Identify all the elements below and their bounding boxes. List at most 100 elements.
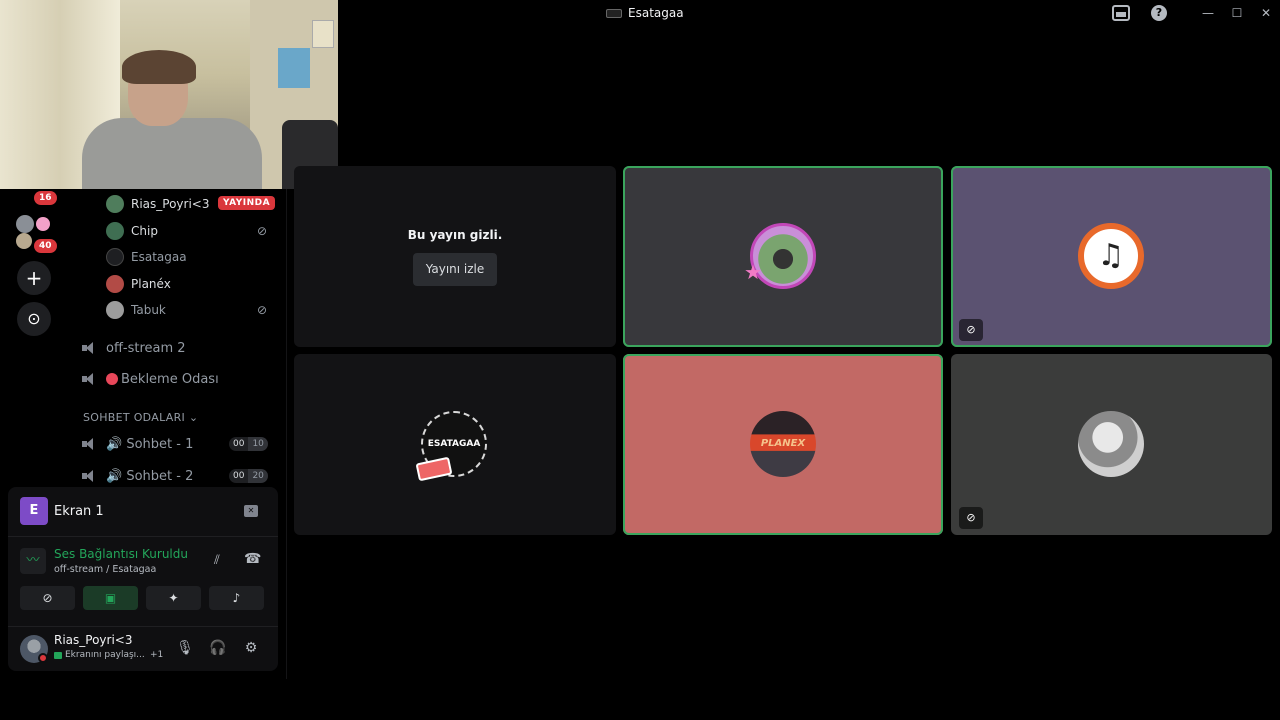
cassette-icon xyxy=(415,456,453,482)
speaker-icon xyxy=(82,469,98,483)
user-count: 00 10 xyxy=(229,437,268,451)
stream-hidden-icon[interactable]: ⊘ xyxy=(959,319,983,341)
explore-icon[interactable]: ⊙ xyxy=(17,302,51,336)
user-name[interactable]: Rias_Poyri<3 xyxy=(54,633,133,647)
window-title-text: Esatagaa xyxy=(628,6,684,20)
avatar xyxy=(106,248,124,266)
activities-button[interactable]: ✦ xyxy=(146,586,201,610)
screen-share-label: Ekran 1 xyxy=(54,504,104,519)
stream-hidden-icon: ⊘ xyxy=(256,224,268,238)
voice-actions: ⊘ ▣ ✦ ♪ xyxy=(20,586,266,610)
voice-member[interactable]: Esatagaa xyxy=(106,247,187,267)
microphone-icon[interactable]: 🎙 xyxy=(176,639,194,657)
participant-tile-planex[interactable]: PLANEX xyxy=(623,354,943,535)
red-circle-icon xyxy=(106,373,118,385)
voice-member[interactable]: Planéx xyxy=(106,274,171,294)
voice-member[interactable]: Chip xyxy=(106,221,158,241)
star-icon: ★ xyxy=(744,260,762,284)
speaker-icon xyxy=(82,372,98,386)
disconnect-icon[interactable]: ☎ xyxy=(244,551,261,567)
soundboard-button[interactable]: ♪ xyxy=(209,586,264,610)
voice-channel-path[interactable]: off-stream / Esatagaa xyxy=(54,564,156,575)
webcam-poster xyxy=(312,20,334,48)
server-avatar[interactable] xyxy=(16,215,34,233)
channel-list: Rias_Poyri<3 YAYINDA Chip ⊘ Esatagaa Pla… xyxy=(68,189,286,489)
window-title: Esatagaa xyxy=(606,6,684,20)
screen-share-button[interactable]: ▣ xyxy=(83,586,138,610)
participant-tile-esatagaa[interactable]: ESATAGAA xyxy=(294,354,616,535)
speaker-icon xyxy=(82,341,98,355)
music-note-icon: ♫ xyxy=(1078,223,1144,289)
channel-name: 🔊 Sohbet - 2 xyxy=(106,468,194,484)
planex-avatar: PLANEX xyxy=(750,411,816,477)
folder-badge: 40 xyxy=(34,239,57,253)
voice-channel-offstream[interactable]: off-stream 2 xyxy=(82,337,186,359)
avatar xyxy=(1078,411,1144,477)
participant-tile-music[interactable]: ♫ ⊘ xyxy=(951,166,1272,347)
channel-name: off-stream 2 xyxy=(106,340,186,356)
inbox-icon[interactable] xyxy=(1112,5,1130,21)
voice-status[interactable]: Ses Bağlantısı Kuruldu xyxy=(54,547,188,561)
user-count: 00 20 xyxy=(229,469,268,483)
member-name: Esatagaa xyxy=(131,250,187,264)
close-button[interactable]: ✕ xyxy=(1255,3,1277,23)
avatar xyxy=(106,222,124,240)
voice-member[interactable]: Tabuk xyxy=(106,300,166,320)
member-name: Planéx xyxy=(131,277,171,291)
hidden-stream-tile[interactable]: Bu yayın gizli. Yayını izle xyxy=(294,166,616,347)
user-count-limit: 20 xyxy=(248,469,268,483)
camera-off-button[interactable]: ⊘ xyxy=(20,586,75,610)
voice-channel-chat-2[interactable]: 🔊 Sohbet - 2 xyxy=(82,465,193,487)
minimize-button[interactable]: — xyxy=(1197,3,1219,23)
participant-tile-tabuk[interactable]: ⊘ xyxy=(951,354,1272,535)
screen-share-row: E Ekran 1 ✕ xyxy=(8,487,278,537)
user-count-current: 00 xyxy=(229,437,249,451)
signal-icon[interactable]: 〰 xyxy=(20,548,46,574)
member-name: Chip xyxy=(131,224,158,238)
speaker-icon xyxy=(82,437,98,451)
help-icon[interactable]: ? xyxy=(1151,5,1167,21)
voice-channel-waiting[interactable]: Bekleme Odası xyxy=(82,368,219,390)
avatar xyxy=(106,301,124,319)
channel-name: Bekleme Odası xyxy=(121,371,219,387)
webcam-person-hair xyxy=(122,50,196,84)
sidebar-divider xyxy=(286,189,287,679)
voice-panel: E Ekran 1 ✕ 〰 Ses Bağlantısı Kuruldu off… xyxy=(8,487,278,671)
maximize-button[interactable]: ☐ xyxy=(1226,3,1248,23)
hidden-stream-text: Bu yayın gizli. xyxy=(407,228,503,242)
muted-icon[interactable]: ⊘ xyxy=(959,507,983,529)
webcam-poster xyxy=(278,48,310,88)
user-area: Rias_Poyri<3 Ekranını paylaşı... +1 🎙 🎧 … xyxy=(8,626,278,671)
participant-tile-chip[interactable]: ★ xyxy=(623,166,943,347)
screen-share-icon: E xyxy=(20,497,48,525)
voice-channel-chat-1[interactable]: 🔊 Sohbet - 1 xyxy=(82,433,193,455)
status-dnd-icon xyxy=(38,653,48,663)
user-status-extra: +1 xyxy=(150,650,164,660)
member-name: Tabuk xyxy=(131,303,166,317)
avatar xyxy=(106,275,124,293)
server-icon xyxy=(606,8,622,18)
watch-stream-button[interactable]: Yayını izle xyxy=(413,253,497,286)
stop-stream-icon[interactable]: ✕ xyxy=(244,505,258,517)
voice-member[interactable]: Rias_Poyri<3 xyxy=(106,194,210,214)
user-count-current: 00 xyxy=(229,469,249,483)
noise-suppression-icon[interactable]: ⫽ xyxy=(214,553,220,568)
webcam-person-body xyxy=(82,118,262,189)
user-count-limit: 10 xyxy=(248,437,268,451)
voice-connection: 〰 Ses Bağlantısı Kuruldu off-stream / Es… xyxy=(8,542,278,582)
webcam-overlay xyxy=(0,0,338,189)
category-chat-rooms[interactable]: SOHBET ODALARI ⌄ xyxy=(83,411,198,424)
member-name: Rias_Poyri<3 xyxy=(131,197,210,211)
server-avatar[interactable] xyxy=(36,217,50,231)
user-status-text: Ekranını paylaşı... xyxy=(65,650,145,660)
user-status: Ekranını paylaşı... xyxy=(54,650,145,660)
avatar xyxy=(106,195,124,213)
headphones-icon[interactable]: 🎧 xyxy=(209,639,227,657)
live-badge: YAYINDA xyxy=(218,196,276,210)
add-server-icon[interactable]: + xyxy=(17,261,51,295)
mention-badge: 16 xyxy=(34,191,57,205)
muted-icon: ⊘ xyxy=(256,303,268,317)
settings-gear-icon[interactable]: ⚙ xyxy=(242,639,260,657)
server-avatar[interactable] xyxy=(16,233,32,249)
screen-share-status-icon xyxy=(54,651,62,659)
